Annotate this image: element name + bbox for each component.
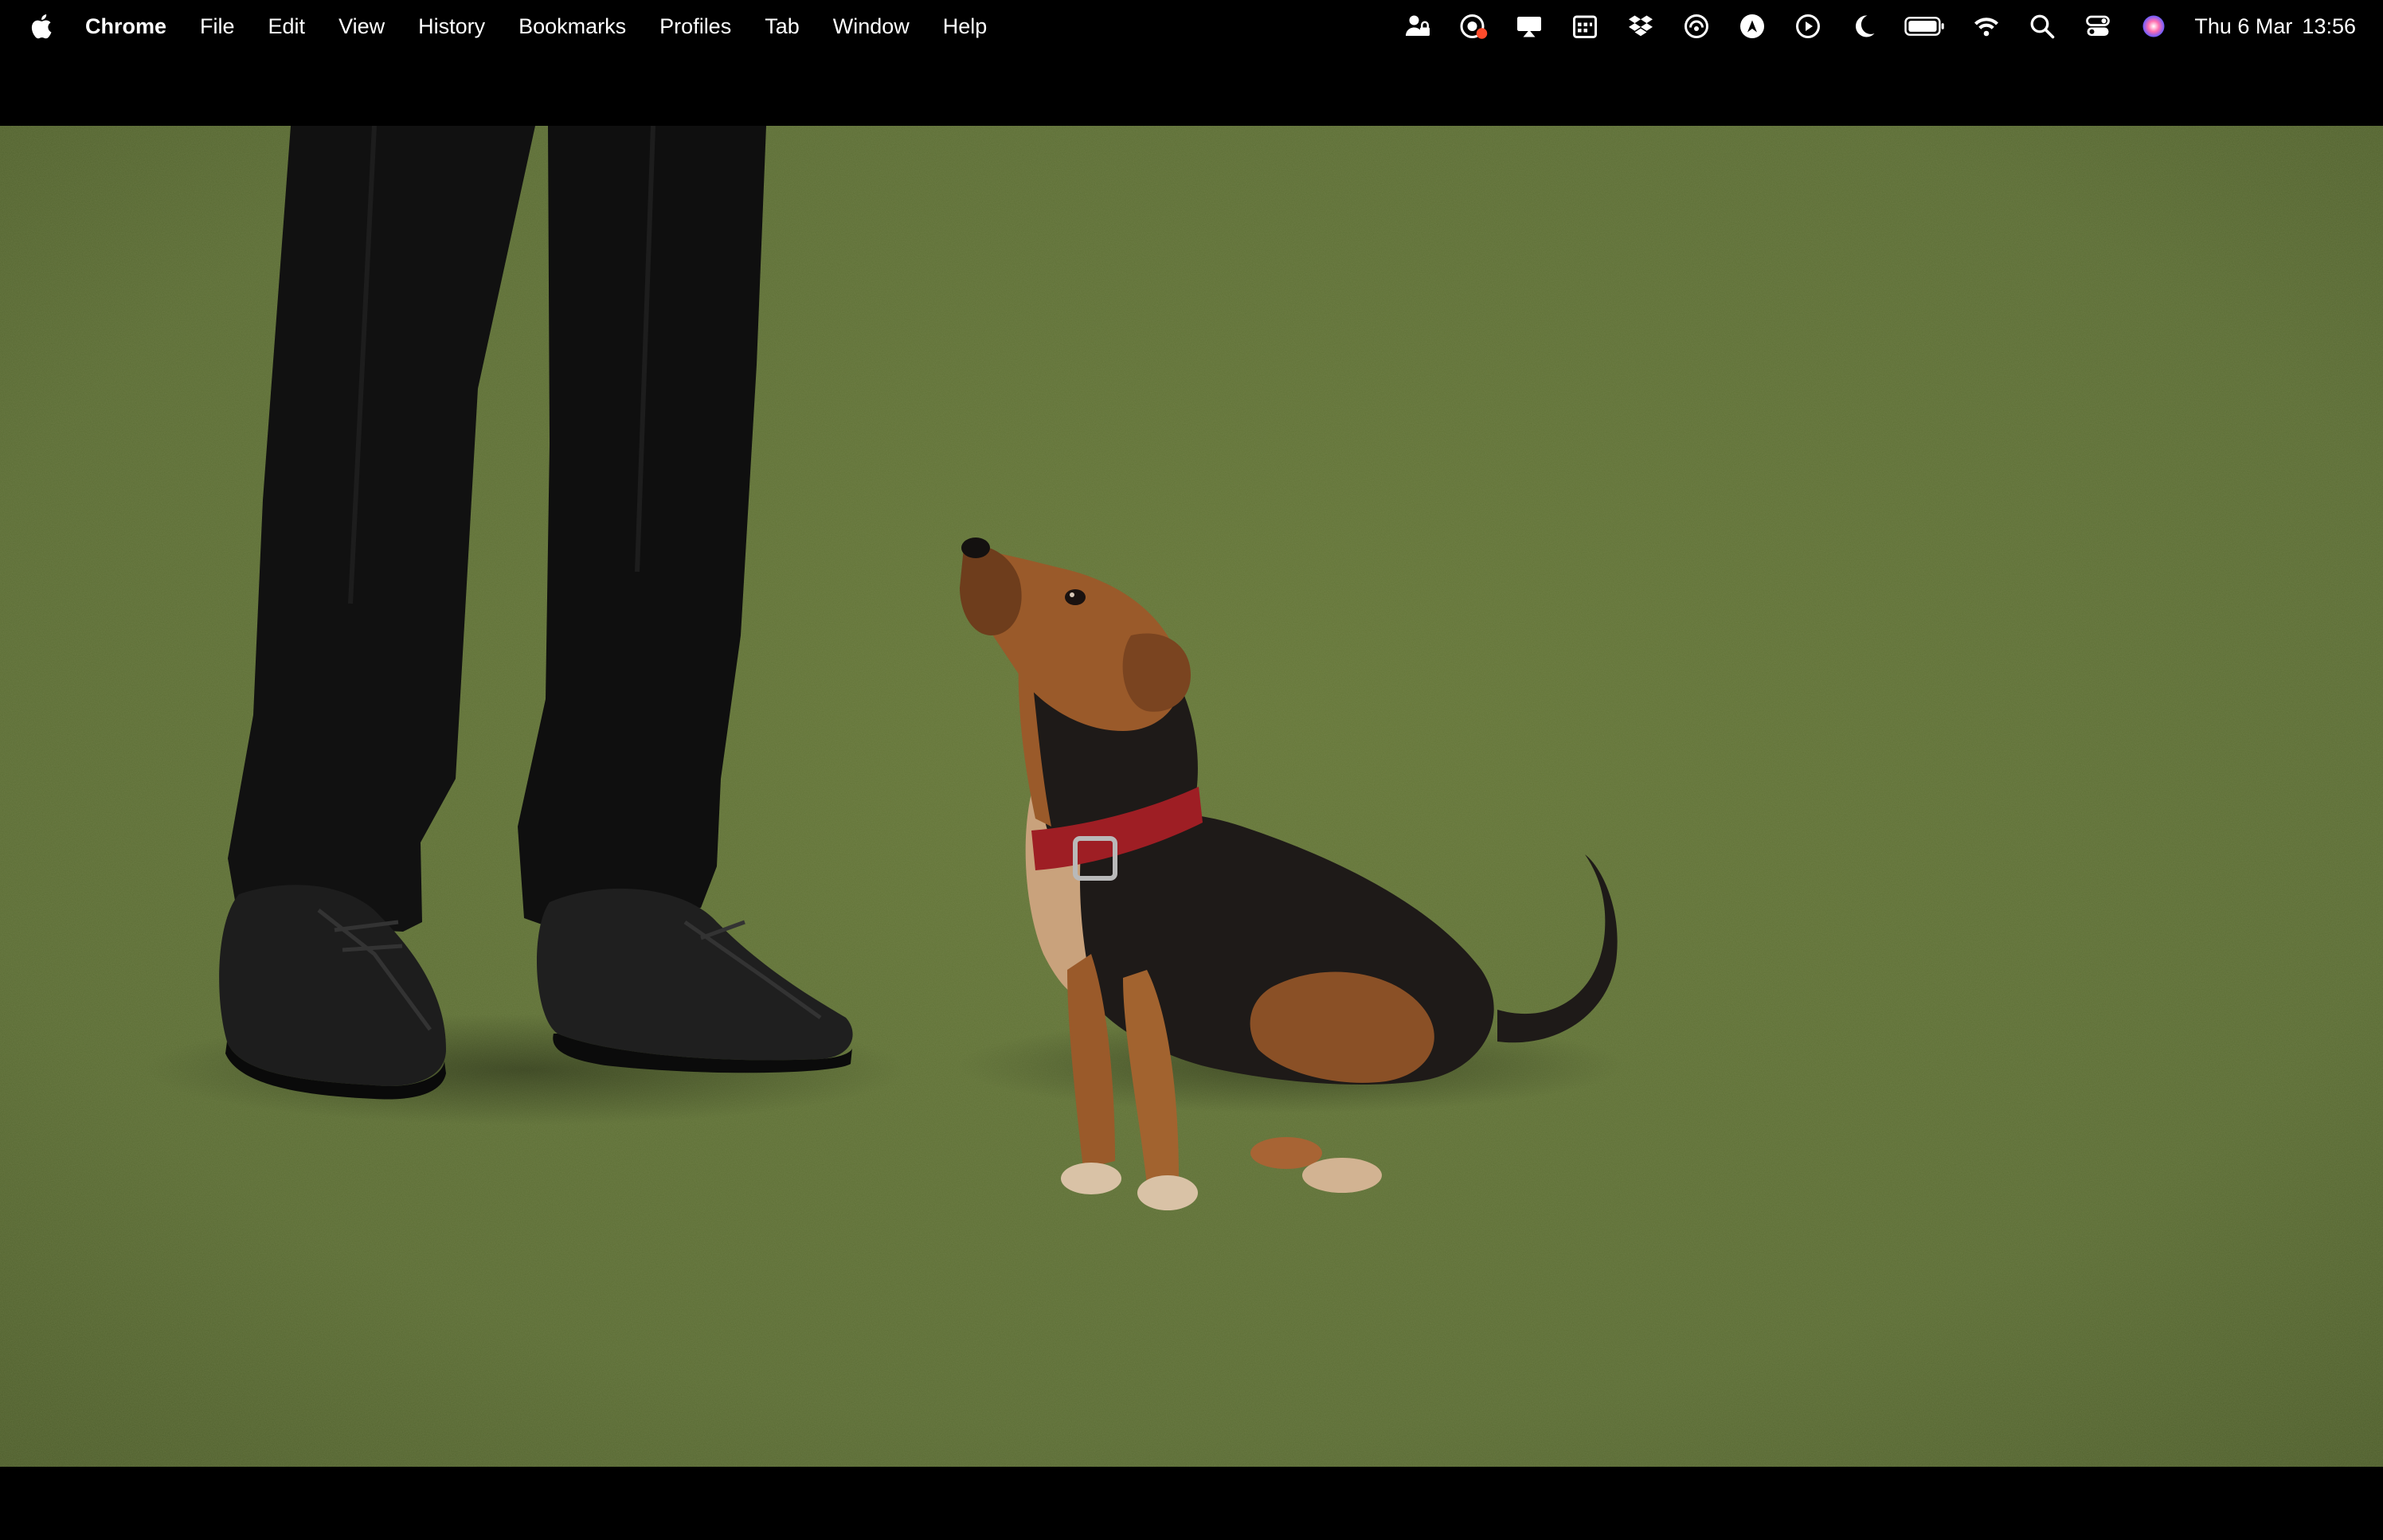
menu-bookmarks[interactable]: Bookmarks	[502, 14, 643, 39]
dog-eye-glint	[1070, 592, 1074, 597]
airplay-display-icon[interactable]	[1511, 10, 1548, 42]
menu-help[interactable]: Help	[926, 14, 1004, 39]
siri-icon[interactable]	[2135, 10, 2172, 42]
play-circle-icon[interactable]	[1790, 10, 1826, 42]
dog-eye	[1065, 589, 1086, 605]
vpn-shield-icon[interactable]	[1734, 10, 1771, 42]
menu-clock[interactable]: Thu 6 Mar 13:56	[2194, 14, 2356, 39]
wifi-icon[interactable]	[1968, 10, 2005, 42]
calendar-grid-icon[interactable]	[1567, 10, 1603, 42]
menu-bar-left: Chrome File Edit View History Bookmarks …	[0, 0, 1004, 53]
dog-paw-left	[1061, 1163, 1121, 1194]
menu-view[interactable]: View	[322, 14, 401, 39]
bottom-letterbox	[0, 1467, 2383, 1540]
menu-edit[interactable]: Edit	[252, 14, 323, 39]
search-icon[interactable]	[2024, 10, 2060, 42]
menu-bar: Chrome File Edit View History Bookmarks …	[0, 0, 2383, 53]
menu-file[interactable]: File	[183, 14, 252, 39]
clock-date: Thu 6 Mar	[2194, 14, 2293, 38]
menu-profiles[interactable]: Profiles	[643, 14, 748, 39]
battery-icon[interactable]	[1901, 10, 1949, 42]
dog-nose	[961, 537, 990, 558]
menu-bar-right: Thu 6 Mar 13:56	[1390, 0, 2383, 53]
video-frame[interactable]	[0, 126, 2383, 1467]
menu-tab[interactable]: Tab	[748, 14, 816, 39]
menu-history[interactable]: History	[401, 14, 502, 39]
clock-time: 13:56	[2302, 14, 2356, 38]
dog-paw-right	[1137, 1175, 1198, 1210]
menu-app-chrome[interactable]: Chrome	[68, 14, 183, 39]
video-scene	[0, 126, 2383, 1467]
control-center-icon[interactable]	[2080, 10, 2116, 42]
lock-person-icon[interactable]	[1399, 10, 1436, 42]
menu-window[interactable]: Window	[816, 14, 926, 39]
moon-icon[interactable]	[1845, 10, 1882, 42]
edge-swirl-icon[interactable]	[1678, 10, 1715, 42]
dog-back-paw-right	[1302, 1158, 1382, 1193]
apple-logo-icon[interactable]	[29, 11, 54, 41]
dropbox-icon[interactable]	[1622, 10, 1659, 42]
screen-recorder-icon[interactable]	[1455, 10, 1492, 42]
